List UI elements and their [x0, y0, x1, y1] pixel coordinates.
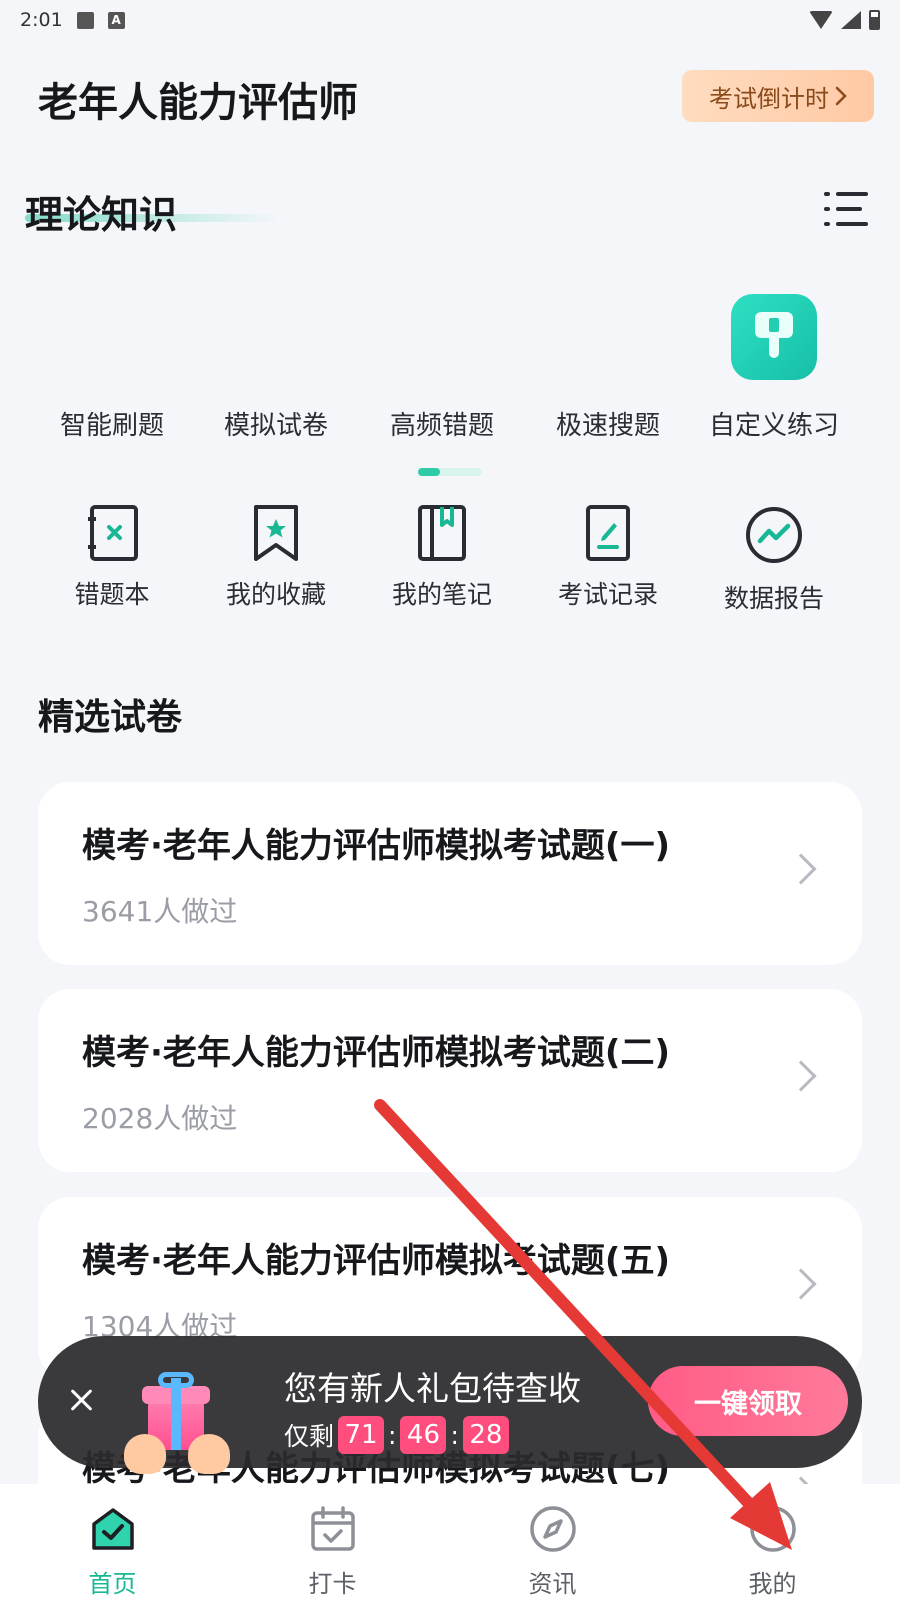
tool-label: 我的收藏: [225, 580, 326, 609]
a-notification-icon: A: [107, 11, 125, 29]
feature-custom-practice[interactable]: 自定义练习: [689, 290, 859, 450]
notebook-icon: [418, 505, 466, 561]
profile-icon: [750, 1506, 796, 1552]
tool-data-report[interactable]: 数据报告: [689, 505, 859, 615]
claim-gift-button[interactable]: 一键领取: [648, 1366, 848, 1436]
tool-label: 数据报告: [723, 584, 824, 613]
pushpin-icon: [731, 294, 817, 380]
tab-label: 打卡: [308, 1570, 357, 1598]
paper-card[interactable]: 模考·老年人能力评估师模拟考试题(一) 3641人做过: [38, 782, 862, 965]
tool-exam-records[interactable]: 考试记录: [523, 505, 693, 611]
compass-icon: [530, 1506, 576, 1552]
status-bar: 2:01 A: [0, 0, 900, 40]
feature-label: 极速搜题: [555, 411, 660, 441]
image-notification-icon: [76, 11, 94, 29]
page-title: 老年人能力评估师: [38, 80, 358, 126]
tool-wrong-book[interactable]: 错题本: [27, 505, 197, 611]
tool-label: 我的笔记: [391, 580, 492, 609]
feature-label: 高频错题: [389, 411, 494, 441]
exam-countdown-button[interactable]: 考试倒计时: [682, 70, 874, 122]
feature-frequent-errors[interactable]: 高频错题: [357, 290, 527, 450]
feature-label: 智能刷题: [59, 411, 164, 441]
countdown-separator: :: [450, 1420, 459, 1450]
feature-smart-practice[interactable]: 智能刷题: [27, 290, 197, 450]
countdown-minutes: 46: [400, 1416, 447, 1454]
chevron-right-icon: [835, 86, 847, 106]
chevron-right-icon: [785, 1060, 817, 1092]
feature-label: 自定义练习: [708, 411, 839, 441]
tab-label: 我的: [748, 1570, 797, 1598]
tool-label: 考试记录: [557, 580, 658, 609]
paper-taken-count: 2028人做过: [82, 1102, 238, 1135]
gift-remaining-label: 仅剩: [284, 1422, 335, 1451]
tool-favorites[interactable]: 我的收藏: [191, 505, 361, 611]
paper-title: 模考·老年人能力评估师模拟考试题(五): [82, 1241, 670, 1281]
status-right: [809, 10, 880, 30]
tab-profile[interactable]: 我的: [660, 1484, 885, 1600]
countdown-seconds: 28: [462, 1416, 509, 1454]
exam-countdown-label: 考试倒计时: [709, 84, 829, 113]
countdown-hours: 71: [338, 1416, 385, 1454]
bookmark-star-icon: [254, 505, 298, 561]
paper-card[interactable]: 模考·老年人能力评估师模拟考试题(二) 2028人做过: [38, 989, 862, 1172]
feature-quick-search[interactable]: 极速搜题: [523, 290, 693, 450]
tool-notes[interactable]: 我的笔记: [357, 505, 527, 611]
gift-countdown: 仅剩 71 : 46 : 28: [284, 1416, 509, 1454]
list-menu-icon[interactable]: [824, 192, 868, 226]
calendar-check-icon: [311, 1506, 355, 1551]
tool-label: 错题本: [74, 580, 150, 609]
status-time: 2:01: [20, 9, 63, 31]
countdown-separator: :: [388, 1420, 397, 1450]
battery-icon: [869, 10, 880, 30]
tab-checkin[interactable]: 打卡: [220, 1484, 445, 1600]
feature-label: 模拟试卷: [223, 411, 328, 441]
new-user-gift-banner[interactable]: 您有新人礼包待查收 仅剩 71 : 46 : 28 一键领取: [38, 1336, 862, 1474]
paper-taken-count: 3641人做过: [82, 895, 238, 928]
feature-row: 智能刷题 模拟试卷 高频错题 极速搜题 自定义练习: [0, 290, 900, 450]
trend-chart-icon: [746, 507, 802, 563]
tab-news[interactable]: 资讯: [440, 1484, 665, 1600]
paper-title: 模考·老年人能力评估师模拟考试题(二): [82, 1033, 670, 1073]
tab-home[interactable]: 首页: [0, 1484, 225, 1600]
section-title-papers: 精选试卷: [38, 697, 183, 738]
wifi-icon: [809, 11, 833, 29]
exam-record-icon: [586, 505, 630, 561]
status-left: 2:01 A: [20, 9, 125, 31]
tab-label: 首页: [88, 1570, 137, 1598]
tools-row: 错题本 我的收藏 我的笔记 考试记录 数据报告: [0, 505, 900, 625]
wrong-book-icon: [88, 505, 138, 561]
gift-message: 您有新人礼包待查收: [284, 1369, 581, 1408]
page-indicator: [418, 468, 482, 476]
close-icon[interactable]: [64, 1382, 100, 1418]
signal-icon: [841, 11, 861, 29]
chevron-right-icon: [785, 853, 817, 885]
gift-box-icon: [118, 1372, 230, 1482]
home-icon: [92, 1508, 134, 1550]
bottom-tab-bar: 首页 打卡 资讯 我的: [0, 1484, 900, 1600]
tab-label: 资讯: [528, 1570, 577, 1598]
section-title-theory: 理论知识: [25, 193, 178, 237]
feature-mock-paper[interactable]: 模拟试卷: [191, 290, 361, 450]
chevron-right-icon: [785, 1268, 817, 1300]
paper-title: 模考·老年人能力评估师模拟考试题(一): [82, 826, 670, 866]
